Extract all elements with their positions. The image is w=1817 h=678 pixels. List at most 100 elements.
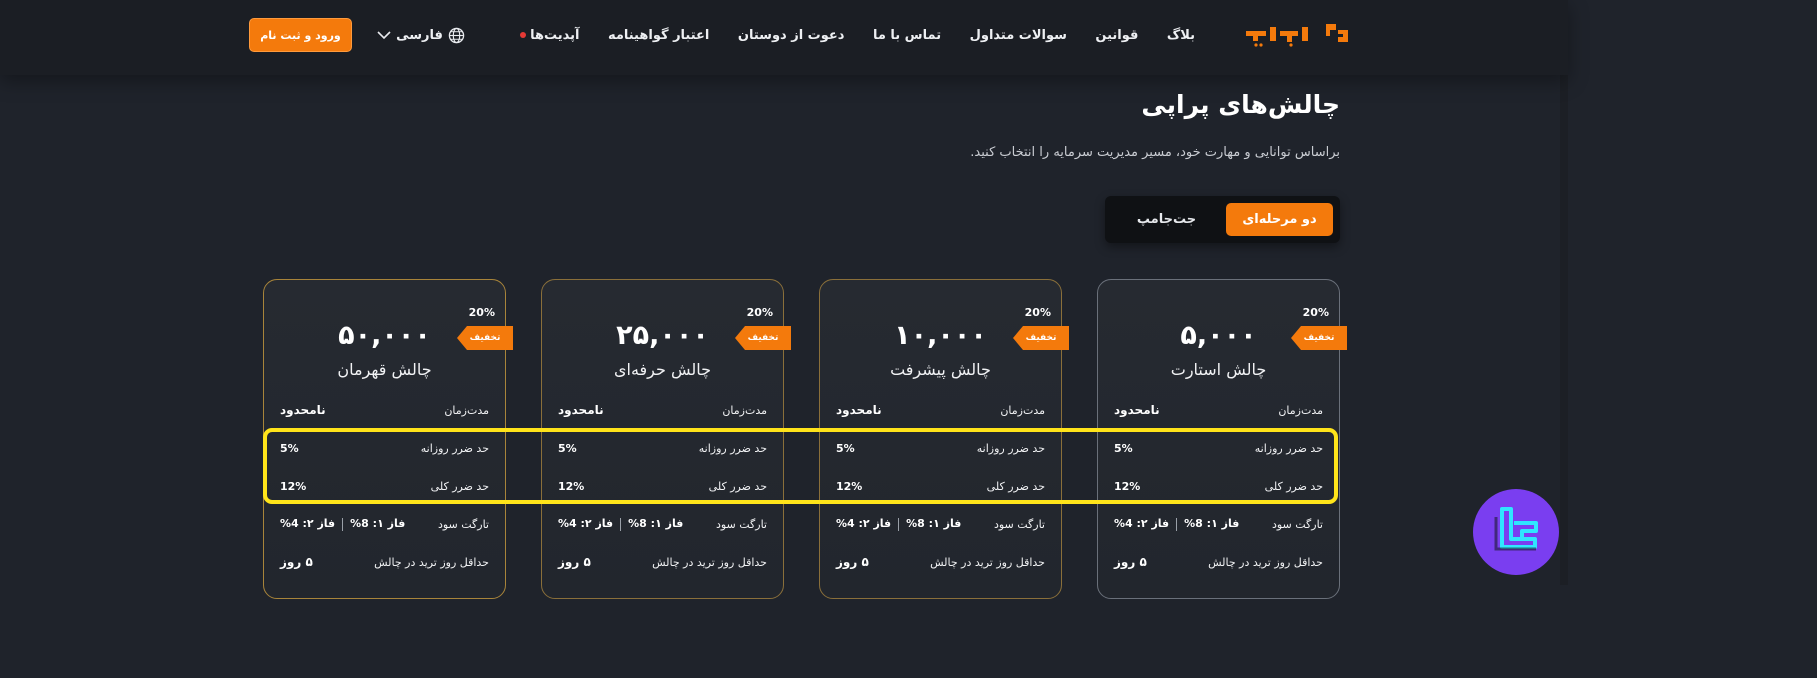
globe-icon (448, 27, 465, 43)
label: حد ضرر کلی (1264, 479, 1323, 493)
row-min-days: حداقل روز ترید در چالش ۵ روز (280, 552, 489, 572)
value: 5% (1114, 441, 1133, 455)
nav-item-updates[interactable]: آپدیت‌ها (520, 28, 579, 43)
nav-item-invite[interactable]: دعوت از دوستان (738, 28, 845, 43)
value: ۵ روز (836, 555, 869, 569)
row-min-days: حداقل روز ترید در چالش ۵ روز (836, 552, 1045, 572)
row-duration: مدت‌زمان نامحدود (1114, 400, 1323, 420)
challenge-card-pro[interactable]: 20% تخفیف ۲۵,۰۰۰ چالش حرفه‌ای مدت‌زمان ن… (541, 279, 791, 599)
value: 12% (1114, 479, 1141, 493)
row-daily-loss: حد ضرر روزانه 5% (836, 438, 1045, 458)
label: تارگت سود (437, 517, 489, 531)
row-total-loss: حد ضرر کلی 12% (280, 476, 489, 496)
row-daily-loss: حد ضرر روزانه 5% (280, 438, 489, 458)
value: 12% (558, 479, 585, 493)
challenge-name: چالش حرفه‌ای (613, 360, 712, 379)
value: ۵ روز (280, 555, 313, 569)
label: حداقل روز ترید در چالش (1208, 555, 1323, 569)
notification-dot (520, 32, 527, 38)
label: حد ضرر روزانه (420, 441, 489, 455)
page-subtitle: براساس توانایی و مهارت خود، مسیر مدیریت … (970, 145, 1340, 160)
row-min-days: حداقل روز ترید در چالش ۵ روز (558, 552, 767, 572)
value: فاز ۱: 8% فاز ۲: 4% (280, 517, 405, 531)
challenge-name: چالش پیشرفت (890, 360, 991, 379)
challenge-card-advanced[interactable]: 20% تخفیف ۱۰,۰۰۰ چالش پیشرفت مدت‌زمان نا… (819, 279, 1069, 599)
label: تارگت سود (993, 517, 1045, 531)
row-profit-target: تارگت سود فاز ۱: 8% فاز ۲: 4% (280, 514, 489, 534)
row-total-loss: حد ضرر کلی 12% (558, 476, 767, 496)
row-profit-target: تارگت سود فاز ۱: 8% فاز ۲: 4% (836, 514, 1045, 534)
nav-item-contact[interactable]: تماس با ما (873, 28, 941, 43)
row-duration: مدت‌زمان نامحدود (558, 400, 767, 420)
value: فاز ۱: 8% فاز ۲: 4% (558, 517, 683, 531)
language-label: فارسی (396, 27, 443, 43)
phase2: فاز ۲: 4% (280, 517, 336, 531)
chevron-down-icon (377, 31, 391, 40)
label: تارگت سود (1271, 517, 1323, 531)
value: ۵ روز (1114, 555, 1147, 569)
page-scrollbar[interactable] (1560, 0, 1568, 585)
row-daily-loss: حد ضرر روزانه 5% (558, 438, 767, 458)
nav-item-faq[interactable]: سوالات متداول (970, 28, 1067, 43)
tab-two-step[interactable]: دو مرحله‌ای (1226, 203, 1333, 236)
label: حد ضرر کلی (708, 479, 767, 493)
language-selector[interactable]: فارسی (377, 25, 465, 45)
challenge-amount: ۲۵,۰۰۰ (616, 320, 709, 351)
row-total-loss: حد ضرر کلی 12% (1114, 476, 1323, 496)
label: مدت‌زمان (1278, 403, 1323, 417)
label: مدت‌زمان (1000, 403, 1045, 417)
challenge-amount: ۵۰,۰۰۰ (338, 320, 431, 351)
main-nav: بلاگ قوانین سوالات متداول تماس با ما دعو… (520, 25, 1195, 45)
label: حداقل روز ترید در چالش (930, 555, 1045, 569)
nav-item-certificate[interactable]: اعتبار گواهینامه (608, 28, 709, 43)
row-profit-target: تارگت سود فاز ۱: 8% فاز ۲: 4% (558, 514, 767, 534)
watermark-badge-icon (1473, 489, 1559, 575)
value: فاز ۱: 8% فاز ۲: 4% (1114, 517, 1239, 531)
label: حد ضرر کلی (430, 479, 489, 493)
phase1: فاز ۱: 8% (1184, 517, 1240, 531)
value: نامحدود (558, 403, 604, 417)
label: حد ضرر کلی (986, 479, 1045, 493)
challenge-card-start[interactable]: 20% تخفیف ۵,۰۰۰ چالش استارت مدت‌زمان نام… (1097, 279, 1347, 599)
value: نامحدود (280, 403, 326, 417)
value: 12% (280, 479, 307, 493)
nav-item-blog[interactable]: بلاگ (1167, 28, 1195, 43)
logo-icon[interactable] (1244, 18, 1352, 48)
phase2: فاز ۲: 4% (836, 517, 892, 531)
phase1: فاز ۱: 8% (628, 517, 684, 531)
value: 5% (836, 441, 855, 455)
discount-percent: 20% (746, 306, 773, 319)
nav-item-rules[interactable]: قوانین (1095, 28, 1138, 43)
value: نامحدود (1114, 403, 1160, 417)
discount-percent: 20% (1024, 306, 1051, 319)
challenge-card-champion[interactable]: 20% تخفیف ۵۰,۰۰۰ چالش قهرمان مدت‌زمان نا… (263, 279, 513, 599)
page-title: چالش‌های پراپی (1141, 90, 1340, 119)
value: 12% (836, 479, 863, 493)
top-navbar: بلاگ قوانین سوالات متداول تماس با ما دعو… (0, 0, 1568, 75)
tab-jetjump[interactable]: جت‌جامپ (1113, 203, 1220, 236)
value: ۵ روز (558, 555, 591, 569)
value: فاز ۱: 8% فاز ۲: 4% (836, 517, 961, 531)
label: مدت‌زمان (722, 403, 767, 417)
row-total-loss: حد ضرر کلی 12% (836, 476, 1045, 496)
phase1: فاز ۱: 8% (906, 517, 962, 531)
challenge-name: چالش قهرمان (337, 360, 432, 379)
phase2: فاز ۲: 4% (1114, 517, 1170, 531)
label: تارگت سود (715, 517, 767, 531)
row-min-days: حداقل روز ترید در چالش ۵ روز (1114, 552, 1323, 572)
row-duration: مدت‌زمان نامحدود (280, 400, 489, 420)
discount-percent: 20% (1302, 306, 1329, 319)
challenge-amount: ۱۰,۰۰۰ (894, 320, 987, 351)
label: حد ضرر روزانه (698, 441, 767, 455)
value: نامحدود (836, 403, 882, 417)
phase1: فاز ۱: 8% (350, 517, 406, 531)
login-signup-button[interactable]: ورود و ثبت نام (249, 18, 352, 52)
row-duration: مدت‌زمان نامحدود (836, 400, 1045, 420)
label: مدت‌زمان (444, 403, 489, 417)
phase2: فاز ۲: 4% (558, 517, 614, 531)
row-daily-loss: حد ضرر روزانه 5% (1114, 438, 1323, 458)
label: حد ضرر روزانه (976, 441, 1045, 455)
label: حداقل روز ترید در چالش (374, 555, 489, 569)
label: حد ضرر روزانه (1254, 441, 1323, 455)
value: 5% (558, 441, 577, 455)
